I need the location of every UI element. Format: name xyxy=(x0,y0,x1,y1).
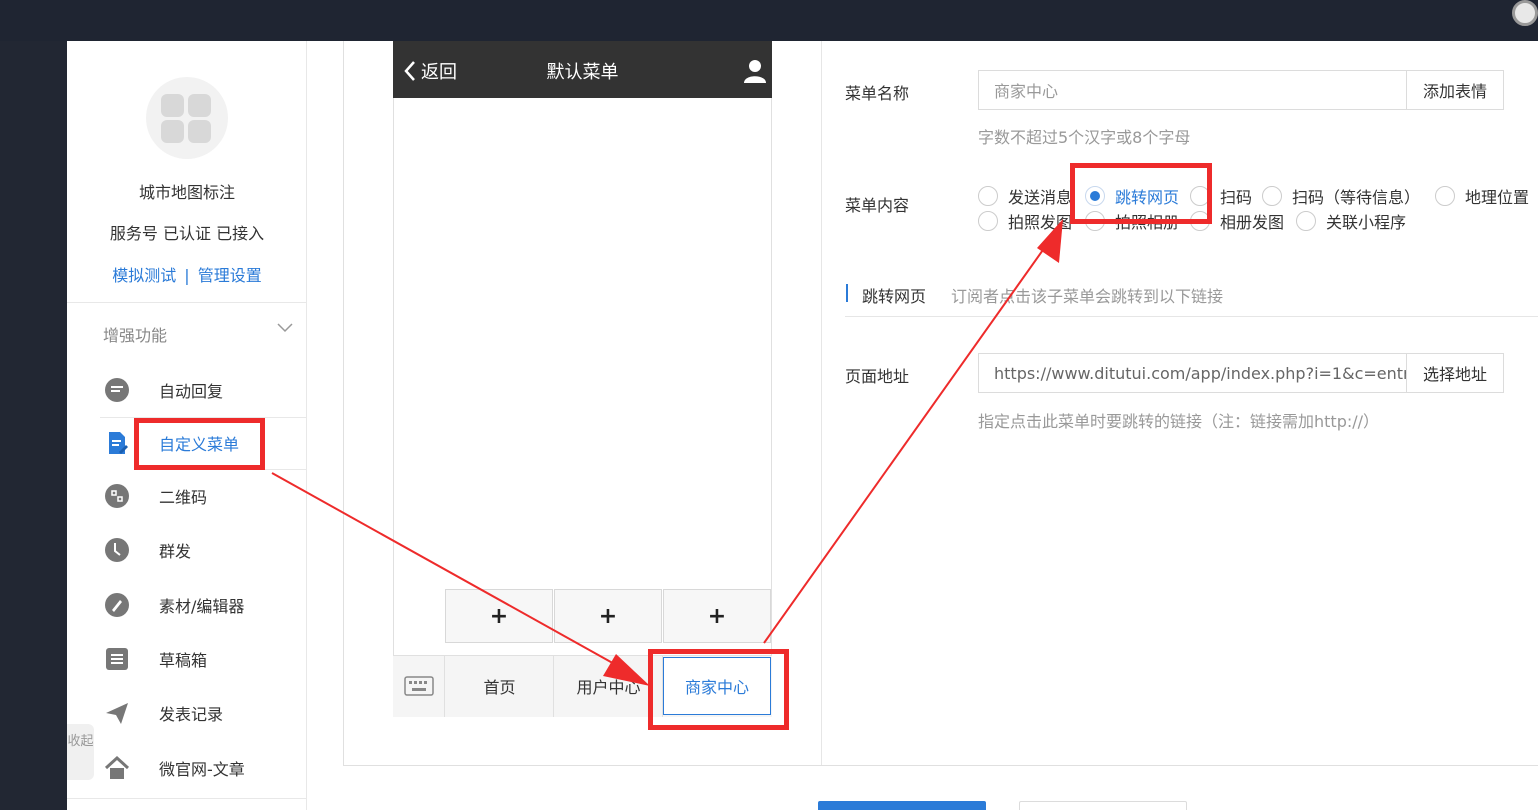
annotation-arrows xyxy=(271,219,1063,686)
